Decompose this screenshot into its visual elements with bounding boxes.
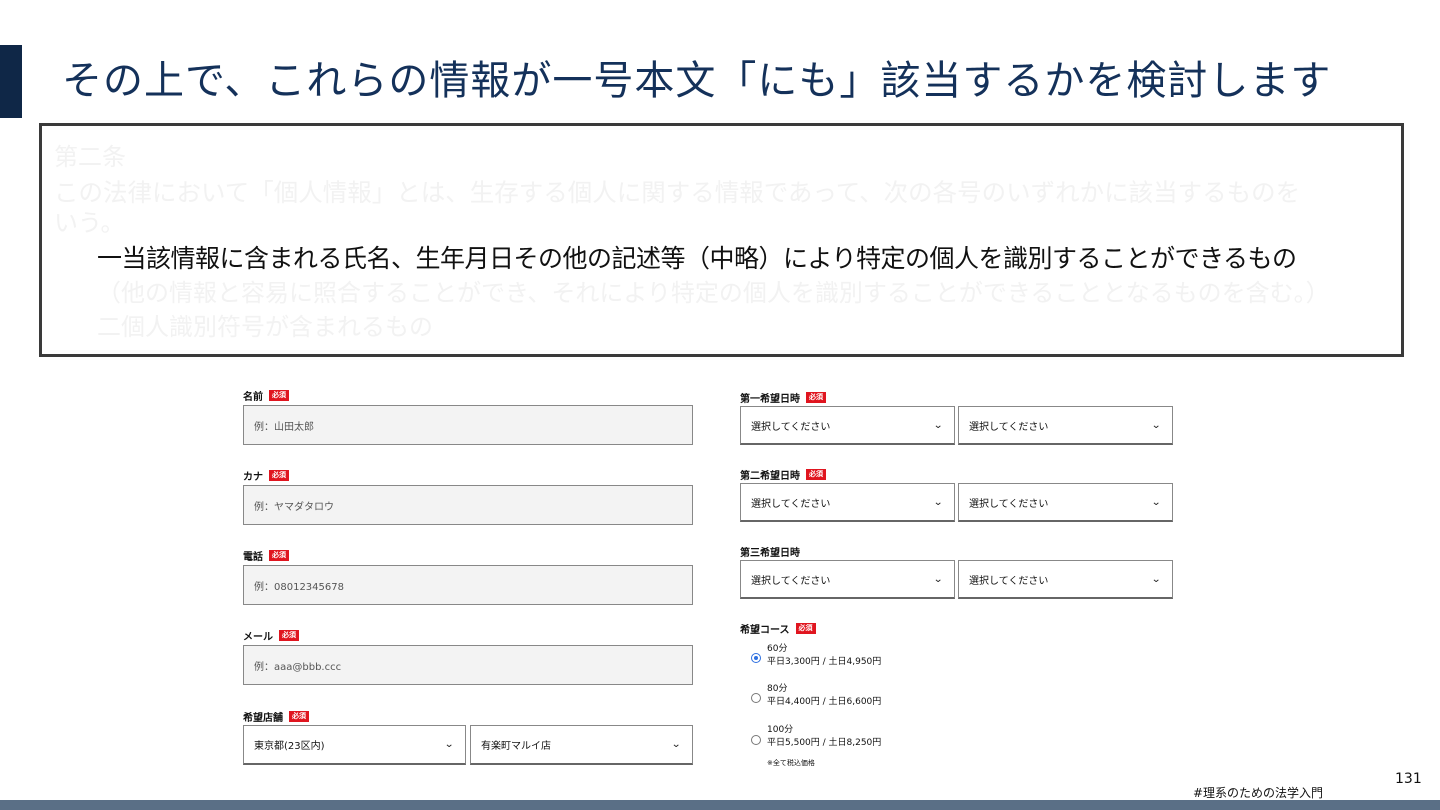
date1-time-select[interactable]: 選択してください ⌄ <box>958 406 1173 445</box>
bottom-bar <box>0 800 1440 810</box>
date1-label: 第一希望日時 必須 <box>740 390 826 405</box>
phone-input[interactable]: 例：08012345678 <box>243 565 693 605</box>
store-area-select[interactable]: 東京都(23区内) ⌄ <box>243 725 466 765</box>
email-label: メール 必須 <box>243 628 299 643</box>
required-badge: 必須 <box>269 470 289 481</box>
chevron-down-icon: ⌄ <box>932 573 943 585</box>
course-radio-80[interactable] <box>751 693 761 703</box>
kana-label: カナ 必須 <box>243 468 289 483</box>
email-input[interactable]: 例：aaa@bbb.ccc <box>243 645 693 685</box>
date3-time-select[interactable]: 選択してください ⌄ <box>958 560 1173 599</box>
law-item-1-note: （他の情報と容易に照合することができ、それにより特定の個人を識別することができる… <box>97 279 1330 307</box>
course-radio-60[interactable] <box>751 653 761 663</box>
chevron-down-icon: ⌄ <box>670 739 681 750</box>
required-badge: 必須 <box>806 392 826 403</box>
course-option-60: 60分 平日3,300円 / 土日4,950円 <box>767 644 882 667</box>
date2-label: 第二希望日時 必須 <box>740 467 826 482</box>
date3-label: 第三希望日時 <box>740 548 800 559</box>
course-option-80: 80分 平日4,400円 / 土日6,600円 <box>767 684 882 707</box>
date2-time-select[interactable]: 選択してください ⌄ <box>958 483 1173 522</box>
law-intro-line2: いう。 <box>54 209 125 237</box>
accent-bar <box>0 45 22 118</box>
chevron-down-icon: ⌄ <box>932 496 943 508</box>
law-item-1: 一当該情報に含まれる氏名、生年月日その他の記述等（中略）により特定の個人を識別す… <box>97 244 1297 273</box>
page-number: 131 <box>1395 771 1422 787</box>
tax-note: ※全て税込価格 <box>767 759 815 767</box>
store-label: 希望店舗 必須 <box>243 709 309 724</box>
phone-label: 電話 必須 <box>243 548 289 563</box>
law-text-box: 第二条 この法律において「個人情報」とは、生存する個人に関する情報であって、次の… <box>39 123 1404 357</box>
required-badge: 必須 <box>795 623 816 634</box>
course-radio-100[interactable] <box>751 735 761 745</box>
law-item-2: 二個人識別符号が含まれるもの <box>97 313 433 341</box>
required-badge: 必須 <box>279 630 299 641</box>
chevron-down-icon: ⌄ <box>443 739 454 750</box>
law-article-heading: 第二条 <box>54 143 126 171</box>
date2-date-select[interactable]: 選択してください ⌄ <box>740 483 955 522</box>
footer-hashtag: #理系のための法学入門 <box>1193 786 1324 800</box>
course-label: 希望コース 必須 <box>740 621 816 636</box>
chevron-down-icon: ⌄ <box>1150 573 1161 585</box>
chevron-down-icon: ⌄ <box>1150 496 1161 508</box>
chevron-down-icon: ⌄ <box>1150 419 1161 431</box>
date1-date-select[interactable]: 選択してください ⌄ <box>740 406 955 445</box>
date3-date-select[interactable]: 選択してください ⌄ <box>740 560 955 599</box>
name-label: 名前 必須 <box>243 388 289 403</box>
required-badge: 必須 <box>269 550 289 561</box>
required-badge: 必須 <box>269 390 289 401</box>
law-intro-line1: この法律において「個人情報」とは、生存する個人に関する情報であって、次の各号のい… <box>54 178 1301 207</box>
slide-title: その上で、これらの情報が一号本文「にも」該当するかを検討します <box>62 58 1332 104</box>
kana-input[interactable]: 例：ヤマダタロウ <box>243 485 693 525</box>
course-option-100: 100分 平日5,500円 / 土日8,250円 <box>767 725 882 748</box>
required-badge: 必須 <box>806 469 826 480</box>
required-badge: 必須 <box>289 711 309 722</box>
chevron-down-icon: ⌄ <box>932 419 943 431</box>
store-shop-select[interactable]: 有楽町マルイ店 ⌄ <box>470 725 693 765</box>
name-input[interactable]: 例：山田太郎 <box>243 405 693 445</box>
